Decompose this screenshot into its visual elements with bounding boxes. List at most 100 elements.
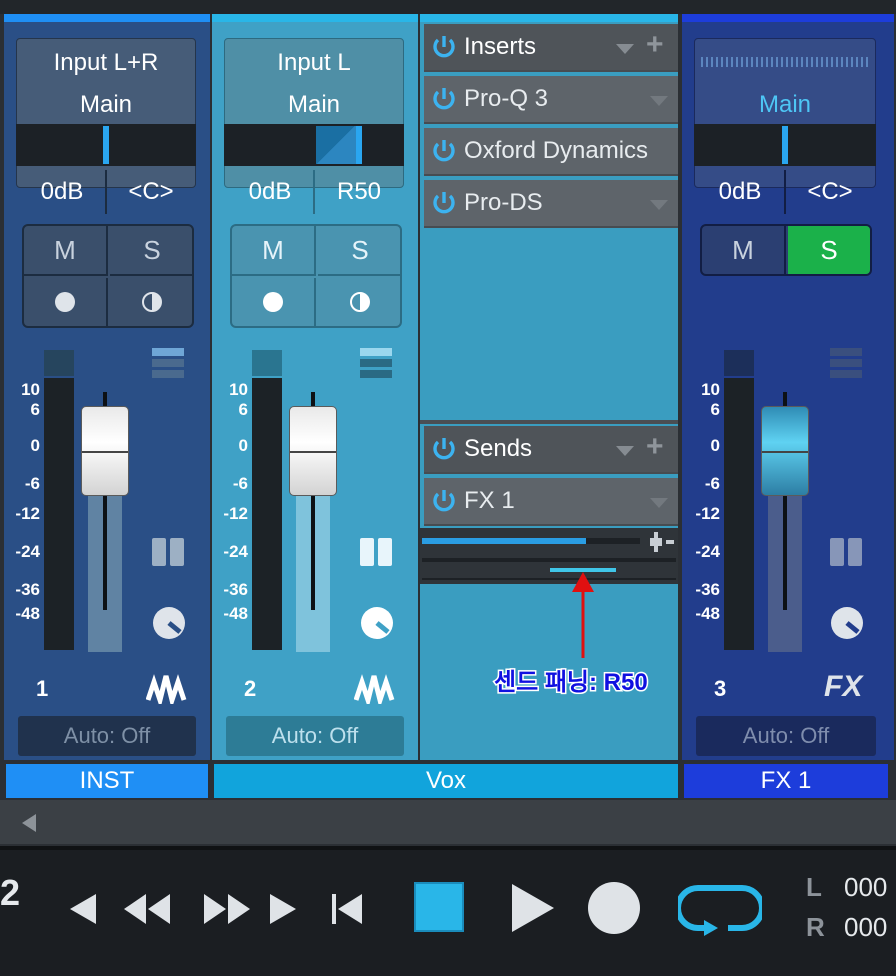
output-selector[interactable]: Main bbox=[225, 91, 403, 119]
chevron-down-icon[interactable] bbox=[650, 200, 668, 210]
solo-button[interactable]: S bbox=[788, 226, 870, 274]
pan-slider[interactable] bbox=[694, 124, 876, 166]
mute-button[interactable]: M bbox=[24, 226, 108, 276]
scale-m6: -6 bbox=[24, 474, 40, 493]
chevron-down-icon[interactable] bbox=[650, 96, 668, 106]
power-icon[interactable] bbox=[430, 189, 458, 217]
horizontal-scrollbar[interactable] bbox=[0, 800, 896, 844]
sends-dropdown-icon[interactable] bbox=[616, 446, 634, 456]
power-icon[interactable] bbox=[430, 33, 458, 61]
insert-slot-2[interactable]: Oxford Dynamics bbox=[424, 128, 678, 176]
inserts-sends-divider bbox=[420, 420, 678, 424]
meter-options-icon[interactable] bbox=[360, 348, 392, 383]
inserts-header[interactable]: Inserts + bbox=[424, 24, 678, 72]
volume-fader[interactable] bbox=[289, 406, 337, 496]
pan-slider[interactable] bbox=[224, 124, 404, 166]
meter-options-icon[interactable] bbox=[830, 348, 862, 383]
insert-slot-1[interactable]: Pro-Q 3 bbox=[424, 76, 678, 124]
power-icon[interactable] bbox=[430, 137, 458, 165]
return-to-zero-icon[interactable] bbox=[330, 892, 364, 926]
mute-button[interactable]: M bbox=[702, 226, 786, 274]
channel-number: 2 bbox=[244, 676, 257, 701]
play-button[interactable] bbox=[508, 882, 556, 934]
meter-peak bbox=[252, 350, 282, 376]
chevron-down-icon[interactable] bbox=[650, 498, 668, 508]
monitor-icon bbox=[350, 292, 370, 312]
pan-cursor[interactable] bbox=[356, 126, 362, 164]
record-arm-button[interactable] bbox=[24, 278, 108, 326]
add-insert-icon[interactable]: + bbox=[646, 28, 664, 62]
channel-name-vox[interactable]: Vox bbox=[214, 764, 678, 798]
previous-marker-icon[interactable] bbox=[68, 892, 98, 926]
insert-name: Oxford Dynamics bbox=[464, 137, 649, 164]
send-level-track[interactable] bbox=[422, 538, 640, 544]
volume-fader[interactable] bbox=[761, 406, 809, 496]
channel-strip-fx1[interactable]: Main 0dB <C> M S 10 6 0 -6 -12 -24 -36 -… bbox=[682, 14, 894, 760]
monitor-button[interactable] bbox=[318, 278, 402, 326]
volume-value[interactable]: 0dB bbox=[22, 178, 102, 206]
channel-name-inst[interactable]: INST bbox=[6, 764, 208, 798]
insert-slot-3[interactable]: Pro-DS bbox=[424, 180, 678, 228]
pan-knob-icon[interactable] bbox=[830, 606, 864, 645]
monitor-button[interactable] bbox=[110, 278, 194, 326]
meter-peak bbox=[44, 350, 74, 376]
channel-name-fx1[interactable]: FX 1 bbox=[684, 764, 888, 798]
record-arm-button[interactable] bbox=[232, 278, 316, 326]
volume-fader[interactable] bbox=[81, 406, 129, 496]
scroll-left-icon[interactable] bbox=[22, 814, 36, 832]
volume-value[interactable]: 0dB bbox=[230, 178, 310, 206]
inserts-dropdown-icon[interactable] bbox=[616, 44, 634, 54]
width-icon[interactable] bbox=[152, 538, 184, 571]
width-icon[interactable] bbox=[830, 538, 862, 571]
power-icon[interactable] bbox=[430, 85, 458, 113]
mute-solo-block: M S bbox=[700, 224, 872, 276]
add-send-icon[interactable]: + bbox=[646, 430, 664, 464]
pre-post-icon[interactable] bbox=[650, 532, 674, 557]
power-icon[interactable] bbox=[430, 487, 458, 515]
next-marker-icon[interactable] bbox=[268, 892, 298, 926]
automation-button[interactable]: Auto: Off bbox=[696, 716, 876, 756]
width-icon[interactable] bbox=[360, 538, 392, 571]
pan-cursor[interactable] bbox=[103, 126, 109, 164]
record-button[interactable] bbox=[588, 882, 640, 934]
pan-cursor[interactable] bbox=[782, 126, 788, 164]
output-selector[interactable]: Main bbox=[17, 91, 195, 119]
stop-button[interactable] bbox=[414, 882, 464, 932]
scale-m36: -36 bbox=[223, 580, 248, 599]
sends-header[interactable]: Sends + bbox=[424, 426, 678, 474]
volume-value[interactable]: 0dB bbox=[700, 178, 780, 206]
pan-slider[interactable] bbox=[16, 124, 196, 166]
loop-button[interactable] bbox=[678, 880, 762, 936]
solo-button[interactable]: S bbox=[318, 226, 402, 276]
input-selector[interactable]: Input L bbox=[225, 49, 403, 77]
output-selector[interactable]: Main bbox=[695, 91, 875, 119]
channel-strip-inst[interactable]: Input L+R Main 0dB <C> M S 10 6 0 -6 -12 bbox=[4, 14, 210, 760]
solo-button[interactable]: S bbox=[110, 226, 194, 276]
automation-button[interactable]: Auto: Off bbox=[18, 716, 196, 756]
channel-strip-vox[interactable]: Input L Main 0dB R50 M S 10 6 0 -6 -12 -… bbox=[212, 14, 418, 760]
scale-0: 0 bbox=[30, 436, 40, 455]
send-slot-1[interactable]: FX 1 bbox=[424, 478, 678, 526]
automation-button[interactable]: Auto: Off bbox=[226, 716, 404, 756]
input-selector[interactable]: Input L+R bbox=[17, 49, 195, 77]
channel-number: 3 bbox=[714, 676, 727, 701]
fast-forward-icon[interactable] bbox=[202, 892, 252, 926]
mute-button[interactable]: M bbox=[232, 226, 316, 276]
meter-options-icon[interactable] bbox=[152, 348, 184, 383]
transport-number: 2 bbox=[0, 872, 21, 913]
record-icon bbox=[263, 292, 283, 312]
pan-value[interactable]: R50 bbox=[318, 178, 400, 206]
rewind-icon[interactable] bbox=[122, 892, 172, 926]
pan-value[interactable]: <C> bbox=[110, 178, 192, 206]
scale-m6: -6 bbox=[232, 474, 248, 493]
pan-knob-icon[interactable] bbox=[152, 606, 186, 645]
loop-right-value[interactable]: 000 bbox=[844, 912, 887, 943]
scale-6: 6 bbox=[30, 400, 40, 419]
loop-left-value[interactable]: 000 bbox=[844, 872, 887, 903]
send-pan-track bbox=[422, 558, 676, 562]
power-icon[interactable] bbox=[430, 435, 458, 463]
pan-value[interactable]: <C> bbox=[788, 178, 872, 206]
scale-10: 10 bbox=[701, 380, 720, 399]
mixer-console: Input L+R Main 0dB <C> M S 10 6 0 -6 -12 bbox=[0, 0, 896, 976]
pan-knob-icon[interactable] bbox=[360, 606, 394, 645]
